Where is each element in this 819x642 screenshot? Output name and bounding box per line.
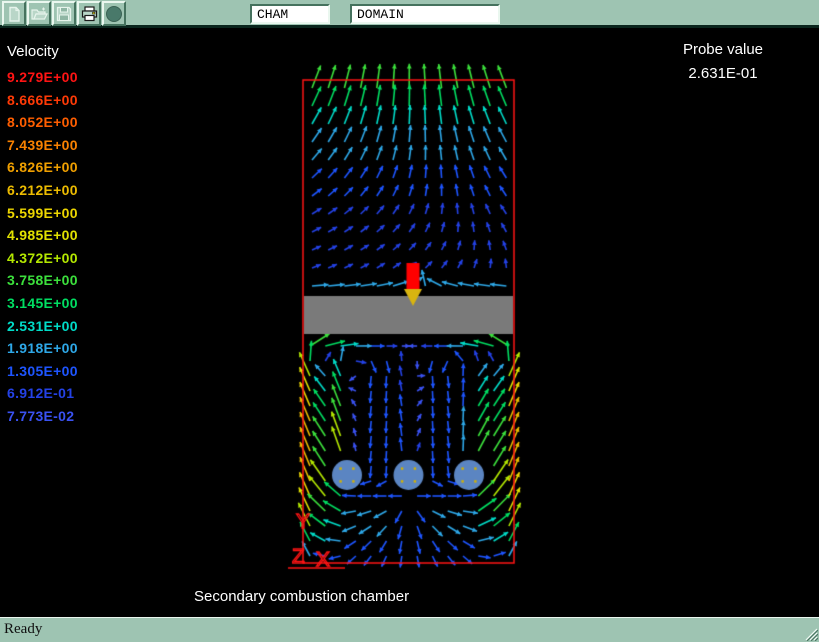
probe-tool-button[interactable] <box>102 1 126 26</box>
legend-entry: 6.212E+00 <box>7 179 78 202</box>
probe-value: 2.631E-01 <box>648 65 798 82</box>
save-button[interactable] <box>52 1 76 26</box>
open-folder-icon <box>31 6 48 22</box>
vector-plot-canvas[interactable] <box>0 31 819 617</box>
legend-entry: 2.531E+00 <box>7 315 78 338</box>
legend-entry: 4.372E+00 <box>7 247 78 270</box>
company-field[interactable] <box>250 4 330 24</box>
legend-entry: 6.826E+00 <box>7 156 78 179</box>
legend-entry: 3.145E+00 <box>7 292 78 315</box>
legend-entry: 8.666E+00 <box>7 89 78 112</box>
domain-field[interactable] <box>350 4 500 24</box>
plot-caption: Secondary combustion chamber <box>194 588 409 605</box>
probe-readout: Probe value 2.631E-01 <box>648 41 798 82</box>
legend-entry: 6.912E-01 <box>7 382 78 405</box>
legend-entry: 1.918E+00 <box>7 337 78 360</box>
probe-circle-icon <box>105 5 123 23</box>
legend-entry: 7.439E+00 <box>7 134 78 157</box>
new-file-button[interactable] <box>2 1 26 26</box>
print-icon <box>81 6 98 22</box>
status-bar: Ready <box>0 617 819 642</box>
application-window: Velocity 9.279E+008.666E+008.052E+007.43… <box>0 0 819 642</box>
velocity-legend: Velocity 9.279E+008.666E+008.052E+007.43… <box>7 43 78 428</box>
legend-title: Velocity <box>7 43 78 61</box>
open-file-button[interactable] <box>27 1 51 26</box>
viewport: Velocity 9.279E+008.666E+008.052E+007.43… <box>0 31 819 617</box>
legend-entries: 9.279E+008.666E+008.052E+007.439E+006.82… <box>7 66 78 428</box>
legend-entry: 1.305E+00 <box>7 360 78 383</box>
legend-entry: 5.599E+00 <box>7 202 78 225</box>
toolbar <box>0 0 819 28</box>
probe-label: Probe value <box>648 41 798 58</box>
legend-entry: 4.985E+00 <box>7 224 78 247</box>
resize-grip-icon[interactable] <box>804 627 818 641</box>
legend-entry: 9.279E+00 <box>7 66 78 89</box>
legend-entry: 3.758E+00 <box>7 269 78 292</box>
status-text: Ready <box>4 621 42 637</box>
new-document-icon <box>6 6 22 22</box>
save-icon <box>56 6 72 22</box>
print-button[interactable] <box>77 1 101 26</box>
legend-entry: 7.773E-02 <box>7 405 78 428</box>
legend-entry: 8.052E+00 <box>7 111 78 134</box>
